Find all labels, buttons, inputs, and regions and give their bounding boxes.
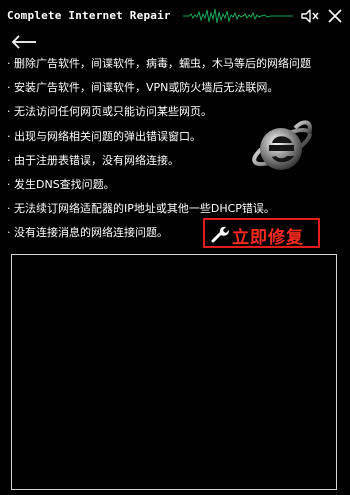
internet-explorer-logo-icon: [245, 112, 315, 186]
title-bar: Complete Internet Repair: [0, 0, 350, 32]
fix-now-label: 立即修复: [232, 228, 304, 248]
close-icon[interactable]: [325, 6, 345, 26]
output-log-panel[interactable]: [11, 254, 337, 490]
audio-waveform-icon: [183, 8, 293, 24]
app-title: Complete Internet Repair: [7, 9, 171, 22]
issue-item: · 安装广告软件，间谍软件，VPN或防火墙后无法联网。: [7, 81, 279, 95]
issue-item: · 删除广告软件，间谍软件，病毒，蠕虫，木马等后的网络问题: [7, 57, 311, 70]
back-arrow-icon[interactable]: [10, 34, 38, 50]
fix-now-button[interactable]: 立即修复: [203, 218, 320, 248]
volume-mute-icon[interactable]: [300, 6, 320, 26]
wrench-icon: [210, 224, 230, 248]
